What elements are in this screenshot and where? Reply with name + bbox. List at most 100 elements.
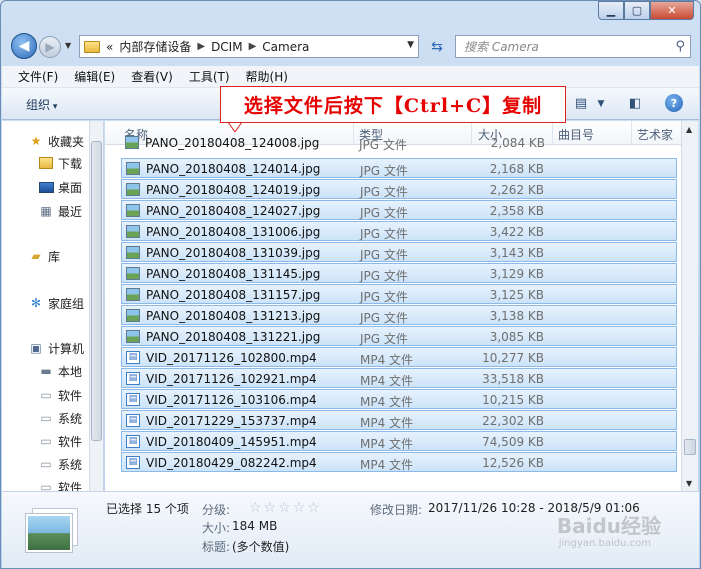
nav-favorites[interactable]: ★ 收藏夹	[28, 131, 84, 151]
minimize-button[interactable]: ▁	[598, 1, 624, 20]
nav-drive[interactable]: ▭ 系统	[38, 408, 82, 428]
file-type: JPG 文件	[360, 311, 408, 325]
menu-help[interactable]: 帮助(H)	[246, 68, 288, 85]
nav-scroll-thumb[interactable]	[91, 141, 102, 441]
nav-drive[interactable]: ▭ 软件	[38, 431, 82, 451]
chevron-right-icon[interactable]: ▶	[197, 41, 205, 52]
menu-file[interactable]: 文件(F)	[18, 68, 58, 85]
table-row[interactable]: ▤ VID_20171126_102800.mp4 MP4 文件 10,277 KB	[121, 347, 677, 367]
file-name: VID_20171229_153737.mp4	[146, 414, 317, 428]
image-file-icon	[126, 330, 140, 343]
breadcrumb-dcim[interactable]: DCIM	[211, 40, 243, 54]
video-file-icon: ▤	[126, 351, 140, 364]
help-icon[interactable]: ?	[665, 94, 683, 112]
nav-drive[interactable]: ▭ 软件	[38, 385, 82, 405]
image-file-icon	[126, 246, 140, 259]
table-row[interactable]: PANO_20180408_124019.jpg JPG 文件 2,262 KB	[121, 179, 677, 199]
nav-label: 收藏夹	[48, 134, 85, 149]
nav-label: 桌面	[58, 180, 83, 195]
nav-library[interactable]: ▰ 库	[28, 246, 60, 266]
library-icon: ▰	[31, 249, 41, 263]
modified-label: 修改日期:	[370, 503, 423, 517]
local-disk-icon: ▬	[40, 364, 52, 378]
organize-button[interactable]: 组织	[26, 96, 57, 113]
file-type: JPG 文件	[360, 227, 408, 241]
nav-scrollbar[interactable]	[89, 121, 103, 491]
breadcrumb-internal-storage[interactable]: 内部存储设备	[119, 38, 191, 55]
multi-image-thumbnail-icon	[25, 508, 78, 554]
table-row[interactable]: ▤ VID_20171126_103106.mp4 MP4 文件 10,215 KB	[121, 389, 677, 409]
nav-drive[interactable]: ▭ 系统	[38, 454, 82, 474]
preview-pane-icon[interactable]: ◧	[626, 95, 644, 112]
nav-label: 软件	[58, 388, 83, 403]
refresh-button[interactable]: ⇆	[425, 35, 449, 58]
table-row[interactable]: ▤ VID_20180429_082242.mp4 MP4 文件 12,526 KB	[121, 452, 677, 472]
table-row[interactable]: PANO_20180408_124027.jpg JPG 文件 2,358 KB	[121, 200, 677, 220]
nav-homegroup[interactable]: ✻ 家庭组	[28, 293, 84, 313]
nav-label: 本地	[58, 364, 83, 379]
menu-view[interactable]: 查看(V)	[131, 68, 173, 85]
nav-recent[interactable]: ▦ 最近	[38, 201, 82, 221]
file-type: JPG 文件	[360, 185, 408, 199]
video-file-icon: ▤	[126, 456, 140, 469]
chevron-down-icon[interactable]: ▼	[407, 40, 414, 50]
video-file-icon: ▤	[126, 414, 140, 427]
table-row[interactable]: ▤ VID_20171229_153737.mp4 MP4 文件 22,302 KB	[121, 410, 677, 430]
table-row[interactable]: ▤ VID_20180409_145951.mp4 MP4 文件 74,509 KB	[121, 431, 677, 451]
nav-label: 系统	[58, 411, 83, 426]
table-row[interactable]: PANO_20180408_131006.jpg JPG 文件 3,422 KB	[121, 221, 677, 241]
breadcrumb-overflow[interactable]: «	[106, 40, 113, 54]
drive-icon: ▭	[40, 457, 52, 471]
folder-icon	[84, 40, 100, 53]
details-pane: 已选择 15 个项 分级: ☆☆☆☆☆ 大小: 184 MB 标题: (多个数值…	[2, 491, 699, 568]
scroll-up-icon[interactable]: ▲	[686, 125, 692, 134]
title-value[interactable]: (多个数值)	[232, 538, 289, 555]
scroll-down-icon[interactable]: ▼	[686, 479, 692, 488]
nav-label: 下载	[58, 156, 83, 171]
recent-places-icon: ▦	[40, 204, 52, 218]
breadcrumb-camera[interactable]: Camera	[262, 40, 309, 54]
search-placeholder: 搜索 Camera	[464, 40, 539, 54]
nav-local-disk[interactable]: ▬ 本地	[38, 361, 82, 381]
homegroup-icon: ✻	[30, 296, 42, 310]
table-row[interactable]: PANO_20180408_131213.jpg JPG 文件 3,138 KB	[121, 305, 677, 325]
file-size: 12,526 KB	[482, 456, 544, 470]
file-type: JPG 文件	[359, 138, 407, 152]
address-bar[interactable]: « 内部存储设备 ▶ DCIM ▶ Camera ▼	[79, 35, 419, 58]
nav-desktop[interactable]: 桌面	[38, 177, 82, 197]
table-row[interactable]: PANO_20180408_131157.jpg JPG 文件 3,125 KB	[121, 284, 677, 304]
search-icon[interactable]: ⚲	[675, 39, 685, 54]
chevron-right-icon[interactable]: ▶	[249, 41, 257, 52]
file-list-scroll-thumb[interactable]	[684, 439, 696, 455]
table-row[interactable]: PANO_20180408_131221.jpg JPG 文件 3,085 KB	[121, 326, 677, 346]
annotation-pointer	[228, 122, 242, 132]
recent-pages-dropdown[interactable]: ▼	[65, 41, 71, 50]
desktop-icon	[38, 180, 54, 194]
search-input[interactable]: 搜索 Camera ⚲	[455, 35, 691, 58]
table-row[interactable]: PANO_20180408_131039.jpg JPG 文件 3,143 KB	[121, 242, 677, 262]
nav-drive[interactable]: ▭ 软件	[38, 477, 82, 491]
file-type: JPG 文件	[360, 248, 408, 262]
file-size: 2,262 KB	[489, 183, 544, 197]
view-options-icon[interactable]: ▤	[572, 95, 590, 112]
chevron-down-icon[interactable]: ▼	[592, 95, 610, 112]
nav-downloads[interactable]: 下载	[38, 153, 82, 173]
image-file-icon	[126, 288, 140, 301]
file-size: 10,277 KB	[482, 351, 544, 365]
back-button[interactable]: ◀	[11, 33, 37, 59]
file-list-scrollbar[interactable]: ▲ ▼	[681, 121, 698, 491]
rating-stars[interactable]: ☆☆☆☆☆	[249, 500, 322, 516]
table-row[interactable]: ▤ VID_20171126_102921.mp4 MP4 文件 33,518 KB	[121, 368, 677, 388]
table-row[interactable]: PANO_20180408_124008.jpg JPG 文件 2,084 KB	[121, 133, 677, 153]
menu-tools[interactable]: 工具(T)	[189, 68, 230, 85]
close-button[interactable]: ✕	[650, 1, 694, 20]
maximize-button[interactable]: ▢	[624, 1, 650, 20]
table-row[interactable]: PANO_20180408_131145.jpg JPG 文件 3,129 KB	[121, 263, 677, 283]
nav-computer[interactable]: ▣ 计算机	[28, 338, 84, 358]
forward-button[interactable]: ▶	[39, 36, 61, 58]
file-size: 22,302 KB	[482, 414, 544, 428]
file-name: PANO_20180408_124027.jpg	[146, 204, 321, 218]
table-row[interactable]: PANO_20180408_124014.jpg JPG 文件 2,168 KB	[121, 158, 677, 178]
menu-edit[interactable]: 编辑(E)	[74, 68, 115, 85]
image-file-icon	[126, 267, 140, 280]
